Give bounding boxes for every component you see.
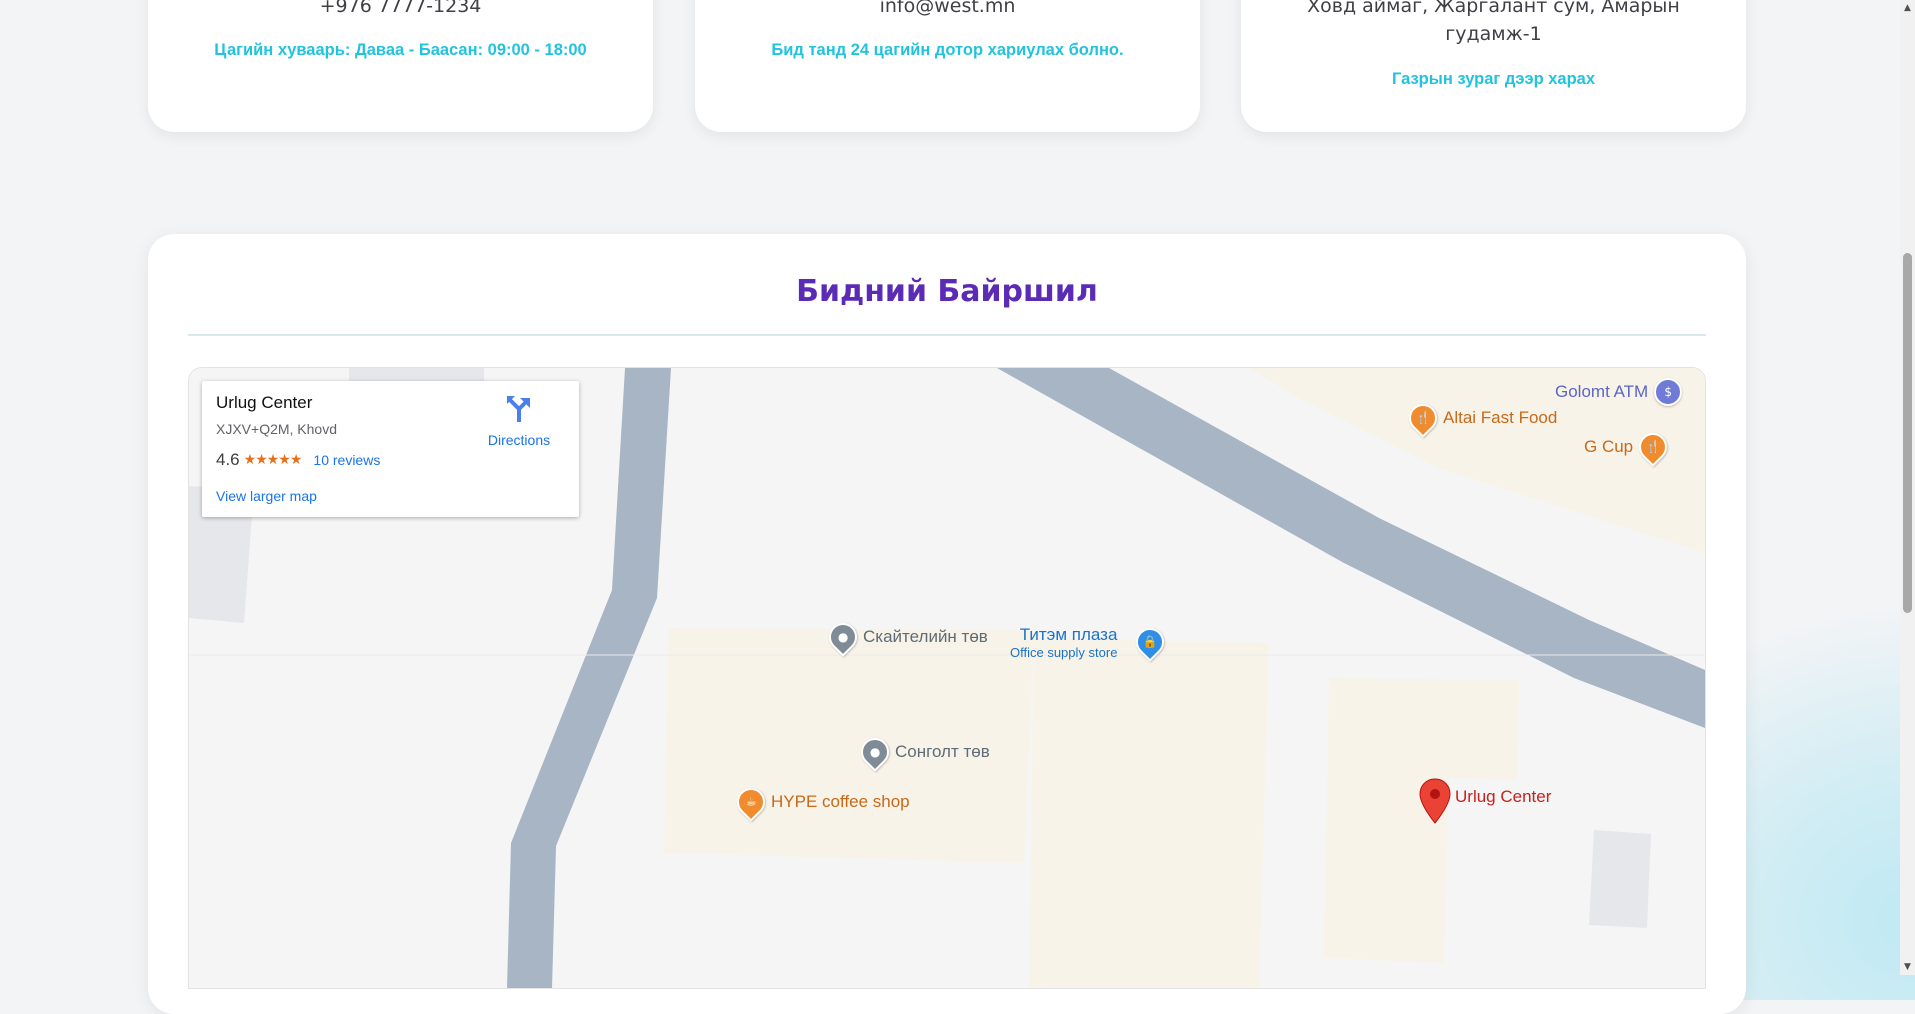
- star-rating-icon: ★★★★★: [243, 452, 303, 468]
- place-name: Urlug Center: [216, 393, 313, 412]
- restaurant-icon: 🍴: [1403, 398, 1443, 438]
- poi-urlug-center[interactable]: Urlug Center: [1419, 778, 1551, 824]
- email-address[interactable]: info@west.mn: [718, 0, 1178, 20]
- map-block: [1029, 638, 1269, 988]
- red-marker-icon: [1419, 778, 1451, 824]
- poi-skating-center[interactable]: ● Скайтелийн төв: [823, 617, 988, 657]
- poi-titem-plaza-pin[interactable]: 🔒: [1130, 622, 1170, 662]
- view-larger-map-link[interactable]: View larger map: [216, 488, 317, 504]
- directions-label: Directions: [487, 432, 551, 448]
- response-time-note: Бид танд 24 цагийн дотор хариулах болно.: [771, 41, 1124, 59]
- place-icon: ●: [855, 732, 895, 772]
- map-info-window: Urlug Center XJXV+Q2M, Khovd 4.6 ★★★★★ 1…: [202, 381, 579, 517]
- title-divider: [188, 334, 1706, 336]
- address-text: Ховд аймаг, Жаргалант сум, Амарын гудамж…: [1307, 0, 1680, 45]
- poi-g-cup[interactable]: 🍴 G Cup: [1584, 427, 1673, 467]
- location-section: Бидний Байршил $ Golomt ATM 🍴 Altai Fast…: [148, 234, 1746, 1014]
- scrollbar-thumb[interactable]: [1903, 253, 1912, 613]
- poi-hype-coffee[interactable]: ☕ HYPE coffee shop: [731, 782, 910, 822]
- place-address: XJXV+Q2M, Khovd: [216, 421, 338, 437]
- directions-button[interactable]: Directions: [479, 395, 559, 448]
- reviews-link[interactable]: 10 reviews: [313, 452, 380, 468]
- section-title: Бидний Байршил: [796, 274, 1098, 309]
- scroll-up-arrow-icon[interactable]: ▲: [1900, 0, 1915, 16]
- rating-value: 4.6: [216, 450, 240, 469]
- coffee-icon: ☕: [731, 782, 771, 822]
- view-on-map-link[interactable]: Газрын зураг дээр харах: [1241, 70, 1746, 89]
- poi-titem-plaza[interactable]: Титэм плаза Office supply store: [1010, 625, 1117, 660]
- atm-icon: $: [1654, 378, 1683, 406]
- page-scrollbar[interactable]: ▲ ▼: [1900, 0, 1915, 975]
- address-card: Ховд аймаг, Жаргалант сум, Амарын гудамж…: [1241, 0, 1746, 132]
- restaurant-icon: 🍴: [1633, 427, 1673, 467]
- rating-row: 4.6 ★★★★★ 10 reviews: [216, 450, 380, 470]
- map-building: [1589, 830, 1651, 928]
- phone-card: +976 7777-1234 Цагийн хуваарь: Даваа - Б…: [148, 0, 653, 132]
- email-card: info@west.mn Бид танд 24 цагийн дотор ха…: [695, 0, 1200, 132]
- embedded-map[interactable]: $ Golomt ATM 🍴 Altai Fast Food 🍴 G Cup ●…: [188, 367, 1706, 989]
- poi-songolt-center[interactable]: ● Сонголт төв: [855, 732, 990, 772]
- phone-number: +976 7777-1234: [319, 0, 482, 17]
- shopping-bag-icon: 🔒: [1130, 622, 1170, 662]
- poi-altai-fast-food[interactable]: 🍴 Altai Fast Food: [1403, 398, 1557, 438]
- working-hours: Цагийн хуваарь: Даваа - Баасан: 09:00 - …: [214, 41, 587, 59]
- place-icon: ●: [823, 617, 863, 657]
- directions-icon: [507, 396, 530, 422]
- poi-golomt-atm[interactable]: $ Golomt ATM: [1555, 378, 1683, 406]
- scroll-down-arrow-icon[interactable]: ▼: [1900, 959, 1915, 975]
